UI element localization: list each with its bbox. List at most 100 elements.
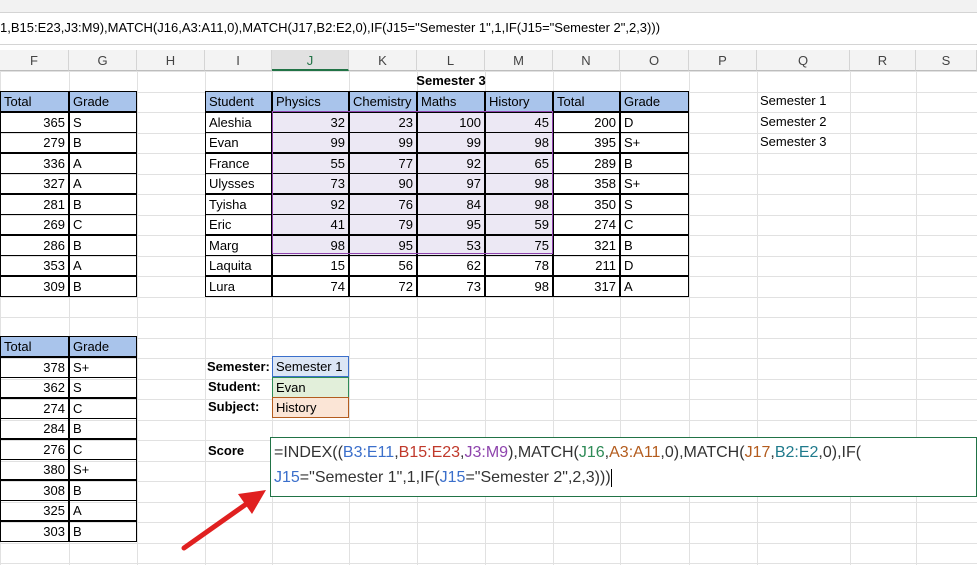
table-cell[interactable]: France — [205, 153, 272, 174]
semester-input[interactable]: Semester 1 — [272, 356, 349, 377]
table-cell[interactable]: 73 — [417, 276, 485, 297]
table-cell[interactable]: Tyisha — [205, 194, 272, 215]
table-cell[interactable]: 286 — [0, 235, 69, 256]
table-cell[interactable]: 99 — [272, 132, 349, 153]
table-cell[interactable]: Eric — [205, 214, 272, 235]
table-header-cell[interactable]: Chemistry — [349, 91, 417, 112]
semester-list-item[interactable]: Semester 1 — [757, 91, 850, 112]
table-cell[interactable]: S — [69, 377, 137, 398]
table-cell[interactable]: S+ — [620, 173, 689, 194]
table-cell[interactable]: 77 — [349, 153, 417, 174]
table-cell[interactable]: Evan — [205, 132, 272, 153]
table-cell[interactable]: S — [69, 112, 137, 133]
column-header-r[interactable]: R — [850, 50, 916, 71]
table-cell[interactable]: B — [69, 480, 137, 501]
table-cell[interactable]: Aleshia — [205, 112, 272, 133]
table-cell[interactable]: 41 — [272, 214, 349, 235]
table-cell[interactable]: 289 — [553, 153, 620, 174]
student-input[interactable]: Evan — [272, 377, 349, 398]
table-cell[interactable]: B — [69, 418, 137, 439]
formula-bar-text[interactable]: 1,B15:E23,J3:M9),MATCH(J16,A3:A11,0),MAT… — [0, 20, 660, 35]
table-cell[interactable]: 98 — [485, 132, 553, 153]
table-cell[interactable]: 98 — [485, 276, 553, 297]
table-header-cell[interactable]: Total — [0, 91, 69, 112]
table-cell[interactable]: 350 — [553, 194, 620, 215]
column-header-j[interactable]: J — [272, 50, 349, 71]
column-header-s[interactable]: S — [916, 50, 977, 71]
table-cell[interactable]: 365 — [0, 112, 69, 133]
formula-edit-cell[interactable]: =INDEX((B3:E11,B15:E23,J3:M9),MATCH(J16,… — [270, 437, 977, 497]
table-cell[interactable]: S+ — [69, 357, 137, 378]
column-header-k[interactable]: K — [349, 50, 417, 71]
table-cell[interactable]: 336 — [0, 153, 69, 174]
column-header-g[interactable]: G — [69, 50, 137, 71]
table-cell[interactable]: A — [69, 255, 137, 276]
table-cell[interactable]: 200 — [553, 112, 620, 133]
table-cell[interactable]: Lura — [205, 276, 272, 297]
semester-list-item[interactable]: Semester 2 — [757, 112, 850, 133]
table-cell[interactable]: A — [69, 500, 137, 521]
table-cell[interactable]: Ulysses — [205, 173, 272, 194]
table-header-cell[interactable]: History — [485, 91, 553, 112]
column-header-n[interactable]: N — [553, 50, 620, 71]
table-cell[interactable]: 53 — [417, 235, 485, 256]
table-cell[interactable]: 211 — [553, 255, 620, 276]
table-cell[interactable]: D — [620, 255, 689, 276]
table-cell[interactable]: B — [69, 132, 137, 153]
table-cell[interactable]: 303 — [0, 521, 69, 542]
table-cell[interactable]: 75 — [485, 235, 553, 256]
table-cell[interactable]: 97 — [417, 173, 485, 194]
table-cell[interactable]: 72 — [349, 276, 417, 297]
table-cell[interactable]: 269 — [0, 214, 69, 235]
table-cell[interactable]: 279 — [0, 132, 69, 153]
table-cell[interactable]: 56 — [349, 255, 417, 276]
table-cell[interactable]: C — [69, 214, 137, 235]
table-cell[interactable]: 395 — [553, 132, 620, 153]
table-cell[interactable]: 378 — [0, 357, 69, 378]
table-cell[interactable]: S+ — [69, 459, 137, 480]
table-cell[interactable]: 309 — [0, 276, 69, 297]
table-cell[interactable]: Laquita — [205, 255, 272, 276]
table-header-cell[interactable]: Total — [0, 336, 69, 357]
column-header-l[interactable]: L — [417, 50, 485, 71]
table-header-cell[interactable]: Student — [205, 91, 272, 112]
table-cell[interactable]: 99 — [349, 132, 417, 153]
table-cell[interactable]: 358 — [553, 173, 620, 194]
column-header-h[interactable]: H — [137, 50, 205, 71]
table-header-cell[interactable]: Grade — [620, 91, 689, 112]
table-cell[interactable]: C — [620, 214, 689, 235]
table-header-cell[interactable]: Physics — [272, 91, 349, 112]
table-cell[interactable]: 73 — [272, 173, 349, 194]
table-cell[interactable]: 308 — [0, 480, 69, 501]
table-cell[interactable]: 98 — [272, 235, 349, 256]
column-header-i[interactable]: I — [205, 50, 272, 71]
table-cell[interactable]: 100 — [417, 112, 485, 133]
column-header-m[interactable]: M — [485, 50, 553, 71]
table-cell[interactable]: 62 — [417, 255, 485, 276]
table-cell[interactable]: 74 — [272, 276, 349, 297]
table-cell[interactable]: 274 — [553, 214, 620, 235]
column-header-p[interactable]: P — [689, 50, 757, 71]
table-cell[interactable]: B — [69, 235, 137, 256]
formula-text[interactable]: =INDEX((B3:E11,B15:E23,J3:M9),MATCH(J16,… — [274, 440, 861, 490]
table-cell[interactable]: Marg — [205, 235, 272, 256]
table-cell[interactable]: 95 — [349, 235, 417, 256]
table-cell[interactable]: B — [69, 194, 137, 215]
table-cell[interactable]: 90 — [349, 173, 417, 194]
table-cell[interactable]: 380 — [0, 459, 69, 480]
table-cell[interactable]: B — [69, 521, 137, 542]
table-header-cell[interactable]: Grade — [69, 91, 137, 112]
table-cell[interactable]: 353 — [0, 255, 69, 276]
table-cell[interactable]: 325 — [0, 500, 69, 521]
table-cell[interactable]: 362 — [0, 377, 69, 398]
table-cell[interactable]: 98 — [485, 173, 553, 194]
table-cell[interactable]: B — [620, 153, 689, 174]
table-cell[interactable]: B — [620, 235, 689, 256]
table-cell[interactable]: 321 — [553, 235, 620, 256]
table-cell[interactable]: 92 — [272, 194, 349, 215]
table-cell[interactable]: 79 — [349, 214, 417, 235]
table-cell[interactable]: A — [69, 153, 137, 174]
table-cell[interactable]: S — [620, 194, 689, 215]
table-cell[interactable]: 84 — [417, 194, 485, 215]
table-cell[interactable]: B — [69, 276, 137, 297]
